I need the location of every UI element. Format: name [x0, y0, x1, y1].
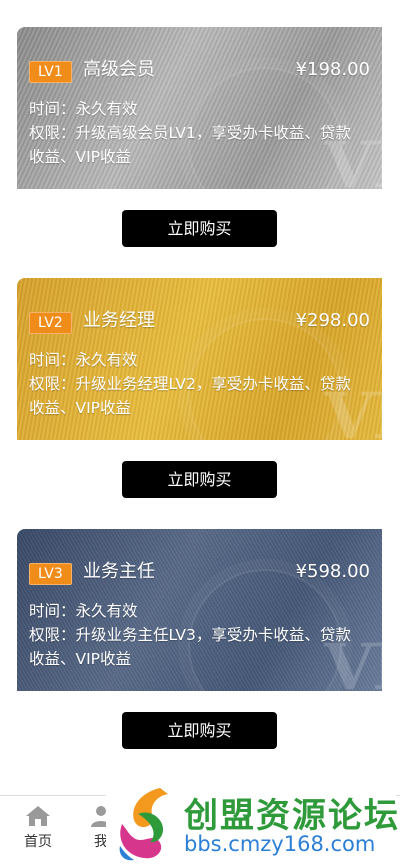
forum-url: bbs.cmzy168.com — [184, 832, 376, 856]
card-rights-continued: 收益、VIP收益 — [29, 399, 132, 417]
card-title: 业务主任 — [83, 561, 155, 582]
buy-button-lv2[interactable]: 立即购买 — [122, 461, 277, 498]
membership-page: VI LV1 高级会员 ¥198.00 时间：永久有效 权限：升级高级会员LV1… — [0, 0, 400, 867]
card-rights-continued: 收益、VIP收益 — [29, 148, 132, 166]
card-rights-continued: 收益、VIP收益 — [29, 650, 132, 668]
card-price: ¥598.00 — [295, 561, 370, 582]
card-rights: 权限：升级业务主任LV3，享受办卡收益、贷款 — [29, 626, 351, 644]
buy-button-lv3[interactable]: 立即购买 — [122, 712, 277, 749]
home-icon — [26, 806, 50, 826]
forum-logo-icon — [119, 788, 168, 861]
card-price: ¥298.00 — [295, 310, 370, 331]
tab-home[interactable]: 首页 — [3, 796, 73, 867]
card-validity: 时间：永久有效 — [29, 602, 138, 620]
membership-card-lv2: VI LV2 业务经理 ¥298.00 时间：永久有效 权限：升级业务经理LV2… — [17, 278, 382, 440]
level-badge: LV2 — [29, 312, 72, 334]
card-title: 业务经理 — [83, 310, 155, 331]
card-title: 高级会员 — [83, 59, 155, 80]
membership-card-lv3: VI LV3 业务主任 ¥598.00 时间：永久有效 权限：升级业务主任LV3… — [17, 529, 382, 691]
level-badge: LV1 — [29, 61, 72, 83]
card-rights: 权限：升级高级会员LV1，享受办卡收益、贷款 — [29, 124, 351, 142]
tab-home-label: 首页 — [24, 834, 52, 850]
card-rights: 权限：升级业务经理LV2，享受办卡收益、贷款 — [29, 375, 351, 393]
card-validity: 时间：永久有效 — [29, 100, 138, 118]
level-badge: LV3 — [29, 563, 72, 585]
buy-button-lv1[interactable]: 立即购买 — [122, 210, 277, 247]
forum-watermark-logo: 创盟资源论坛 bbs.cmzy168.com — [106, 780, 398, 867]
membership-card-lv1: VI LV1 高级会员 ¥198.00 时间：永久有效 权限：升级高级会员LV1… — [17, 27, 382, 189]
forum-brand-name: 创盟资源论坛 — [184, 796, 400, 836]
card-price: ¥198.00 — [295, 59, 370, 80]
card-validity: 时间：永久有效 — [29, 351, 138, 369]
